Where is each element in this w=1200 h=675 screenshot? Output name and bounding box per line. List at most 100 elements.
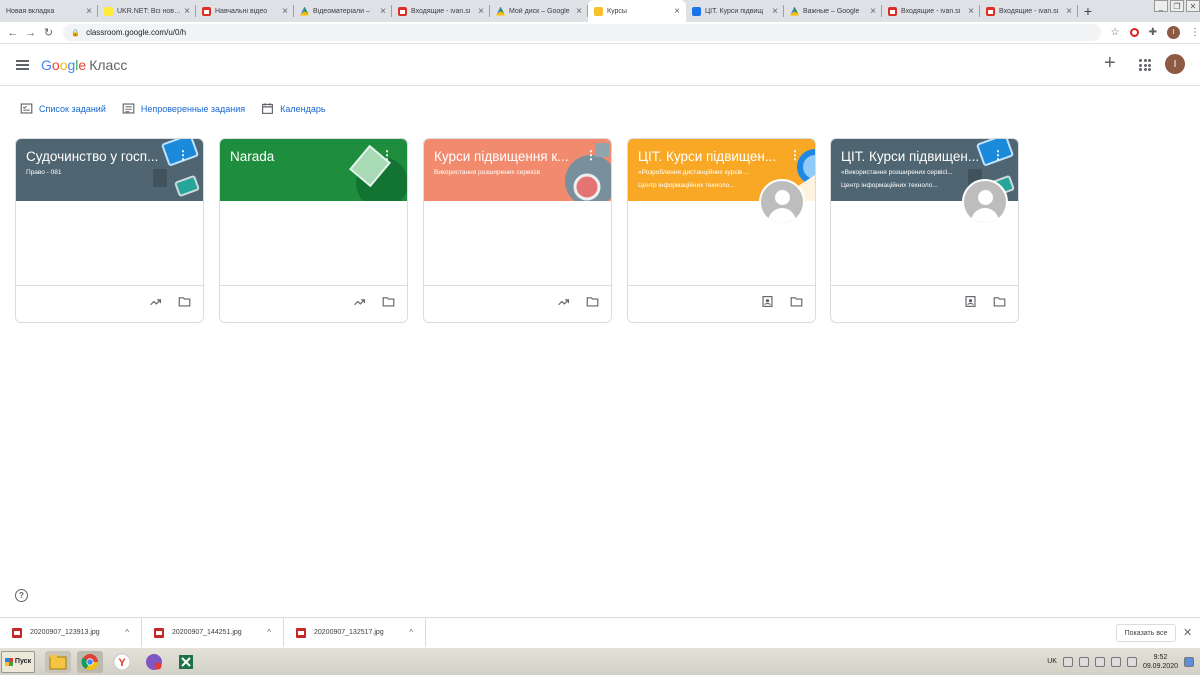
folder-icon[interactable]: [382, 295, 395, 313]
course-options-icon[interactable]: ⋮: [177, 149, 189, 161]
course-title[interactable]: ЦІТ. Курси підвищен...: [638, 149, 788, 164]
course-title[interactable]: ЦІТ. Курси підвищен...: [841, 149, 991, 164]
url-text: classroom.google.com/u/0/h: [86, 28, 187, 37]
start-button[interactable]: Пуск: [1, 650, 35, 673]
clock[interactable]: 9:52 09.09.2020: [1143, 653, 1178, 671]
folder-icon[interactable]: [993, 295, 1006, 313]
help-icon[interactable]: ?: [15, 589, 28, 602]
show-desktop-icon[interactable]: [1184, 656, 1194, 667]
download-item[interactable]: 20200907_144251.jpg ^: [142, 617, 284, 648]
course-options-icon[interactable]: ⋮: [381, 149, 393, 161]
course-card[interactable]: Narada ⋮: [219, 138, 408, 323]
calendar-label: Календарь: [280, 103, 326, 114]
browser-tab[interactable]: Мой диск – Google ×: [490, 0, 588, 22]
chevron-up-icon[interactable]: ^: [125, 628, 129, 637]
calendar-link[interactable]: Календарь: [261, 102, 326, 115]
analytics-trend-icon[interactable]: [353, 295, 366, 313]
course-card-footer: [831, 285, 1018, 322]
bookmark-star-icon[interactable]: ☆: [1111, 27, 1120, 38]
download-item[interactable]: 20200907_132517.jpg ^: [284, 617, 426, 648]
close-tab-icon[interactable]: ×: [674, 6, 680, 17]
url-field[interactable]: 🔒 classroom.google.com/u/0/h: [63, 24, 1101, 41]
user-avatar[interactable]: I: [1165, 54, 1185, 74]
course-options-icon[interactable]: ⋮: [992, 149, 1004, 161]
new-tab-button[interactable]: +: [1078, 0, 1098, 22]
browser-tab[interactable]: Відеоматеріали – ×: [294, 0, 392, 22]
course-card[interactable]: ЦІТ. Курси підвищен... «Використання розш…: [830, 138, 1019, 323]
close-window-icon[interactable]: ✕: [1186, 0, 1200, 12]
viber-taskbar-icon[interactable]: [141, 651, 167, 673]
course-options-icon[interactable]: ⋮: [789, 149, 801, 161]
close-tab-icon[interactable]: ×: [184, 6, 190, 17]
download-item[interactable]: 20200907_123913.jpg ^: [0, 617, 142, 648]
close-tab-icon[interactable]: ×: [870, 6, 876, 17]
tray-security-icon[interactable]: [1110, 656, 1121, 667]
analytics-trend-icon[interactable]: [557, 295, 570, 313]
course-options-icon[interactable]: ⋮: [585, 149, 597, 161]
close-shelf-icon[interactable]: ✕: [1183, 626, 1192, 639]
course-card-footer: [220, 285, 407, 322]
student-portfolio-icon[interactable]: [964, 295, 977, 313]
minimize-icon[interactable]: _: [1154, 0, 1168, 12]
browser-tab[interactable]: UKR.NET: Всі новини ×: [98, 0, 196, 22]
forward-icon[interactable]: →: [22, 27, 40, 39]
opera-extension-icon[interactable]: [1129, 28, 1139, 37]
browser-tab[interactable]: Навчальні відео ×: [196, 0, 294, 22]
tray-keyboard-icon[interactable]: [1062, 656, 1073, 667]
browser-tab[interactable]: ЦІТ. Курси підвищ ×: [686, 0, 784, 22]
browser-tab[interactable]: Новая вкладка ×: [0, 0, 98, 22]
course-card-header[interactable]: Narada ⋮: [220, 139, 407, 201]
close-tab-icon[interactable]: ×: [86, 6, 92, 17]
course-title[interactable]: Судочинство у госп...: [26, 149, 176, 164]
main-menu-icon[interactable]: [16, 59, 29, 70]
browser-menu-icon[interactable]: ⋮: [1190, 27, 1200, 38]
yandex-browser-taskbar-icon[interactable]: Y: [109, 651, 135, 673]
close-tab-icon[interactable]: ×: [772, 6, 778, 17]
analytics-trend-icon[interactable]: [149, 295, 162, 313]
browser-tab[interactable]: Входящие - ivan.si ×: [980, 0, 1078, 22]
profile-avatar[interactable]: I: [1167, 26, 1180, 39]
close-tab-icon[interactable]: ×: [1066, 6, 1072, 17]
tab-title: Курсы: [607, 7, 627, 15]
tray-network-icon[interactable]: [1078, 656, 1089, 667]
tray-volume-icon[interactable]: [1126, 656, 1137, 667]
tray-printer-icon[interactable]: [1094, 656, 1105, 667]
close-tab-icon[interactable]: ×: [968, 6, 974, 17]
close-tab-icon[interactable]: ×: [576, 6, 582, 17]
course-card-header[interactable]: Судочинство у госп... Право - 081 ⋮: [16, 139, 203, 201]
close-tab-icon[interactable]: ×: [282, 6, 288, 17]
reload-icon[interactable]: ↻: [40, 26, 58, 39]
apps-grid-icon[interactable]: [1139, 59, 1151, 71]
course-card[interactable]: ЦІТ. Курси підвищен... «Розроблення диста…: [627, 138, 816, 323]
chrome-taskbar-icon[interactable]: [77, 650, 103, 673]
chevron-up-icon[interactable]: ^: [409, 628, 413, 637]
course-card[interactable]: Курси підвищення к... Використання розшир…: [423, 138, 612, 323]
back-icon[interactable]: ←: [4, 27, 22, 39]
extensions-icon[interactable]: ✚: [1149, 27, 1157, 38]
browser-tab[interactable]: Курсы ×: [588, 0, 686, 22]
google-wordmark: Google: [41, 56, 87, 73]
course-title[interactable]: Narada: [230, 149, 380, 164]
to-review-link[interactable]: Непроверенные задания: [122, 102, 245, 115]
classroom-logo[interactable]: Google Класс: [41, 57, 127, 73]
file-manager-taskbar-icon[interactable]: [45, 650, 71, 673]
add-class-icon[interactable]: +: [1104, 52, 1116, 75]
chevron-up-icon[interactable]: ^: [267, 628, 271, 637]
folder-icon[interactable]: [586, 295, 599, 313]
browser-tab[interactable]: Входящие - ivan.si ×: [392, 0, 490, 22]
close-tab-icon[interactable]: ×: [380, 6, 386, 17]
folder-icon[interactable]: [178, 295, 191, 313]
show-all-downloads-button[interactable]: Показать все: [1116, 624, 1176, 642]
browser-tab[interactable]: Входящие - ivan.si ×: [882, 0, 980, 22]
browser-tab[interactable]: Важные – Google ×: [784, 0, 882, 22]
course-card-header[interactable]: Курси підвищення к... Використання розшир…: [424, 139, 611, 201]
excel-taskbar-icon[interactable]: [173, 651, 199, 673]
folder-icon[interactable]: [790, 295, 803, 313]
todo-list-link[interactable]: Список заданий: [20, 102, 106, 115]
restore-icon[interactable]: ❐: [1170, 0, 1184, 12]
close-tab-icon[interactable]: ×: [478, 6, 484, 17]
course-card[interactable]: Судочинство у госп... Право - 081 ⋮: [15, 138, 204, 323]
language-indicator[interactable]: UK: [1047, 658, 1057, 665]
student-portfolio-icon[interactable]: [761, 295, 774, 313]
course-title[interactable]: Курси підвищення к...: [434, 149, 584, 164]
